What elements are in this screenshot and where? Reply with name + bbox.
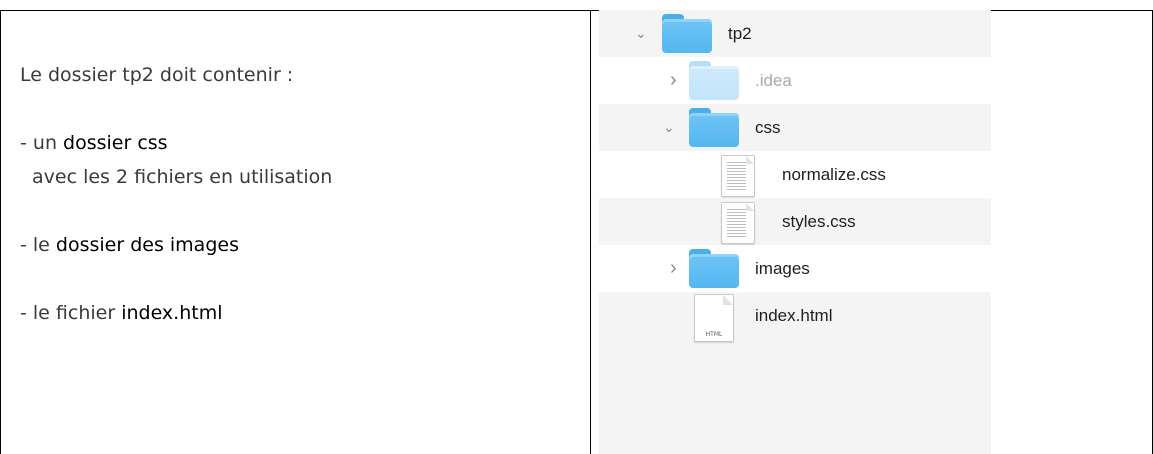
folder-icon: [689, 249, 739, 288]
tree-row-label: .idea: [755, 71, 792, 90]
tree-row-label: styles.css: [782, 212, 856, 231]
instructions-cell: Le dossier tp2 doit contenir : - un doss…: [20, 58, 580, 330]
tree-row-label: index.html: [755, 306, 833, 325]
tree-row-tp2[interactable]: ⌄ tp2: [599, 10, 991, 57]
item-css-folder-bold: dossier css: [63, 132, 168, 154]
folder-icon: [689, 108, 739, 147]
folder-icon: [662, 14, 712, 53]
folder-icon: [689, 61, 739, 100]
tree-row-idea[interactable]: › .idea: [599, 57, 991, 104]
table-border-middle: [590, 10, 591, 454]
tree-row-label: css: [755, 118, 781, 137]
tree-row-label: images: [755, 259, 810, 278]
item-images-folder-bold: dossier des images: [55, 234, 239, 256]
chevron-down-icon[interactable]: ⌄: [635, 10, 647, 57]
tree-row-images[interactable]: › images: [599, 245, 991, 292]
chevron-right-icon[interactable]: ›: [670, 57, 677, 104]
item-index-file: - le fichier index.html: [20, 302, 223, 324]
item-index-file-bold: index.html: [121, 302, 223, 324]
chevron-down-icon[interactable]: ⌄: [663, 104, 675, 151]
html-file-badge: HTML: [705, 331, 723, 338]
finder-file-tree: ⌄ tp2 › .idea ⌄ css normalize.css styles…: [599, 10, 991, 454]
tree-row-normalize-css[interactable]: normalize.css: [599, 151, 991, 198]
item-css-folder-detail: avec les 2 fichiers en utilisation: [32, 166, 333, 188]
tree-row-styles-css[interactable]: styles.css: [599, 198, 991, 245]
chevron-right-icon[interactable]: ›: [670, 245, 677, 292]
tree-row-label: normalize.css: [782, 165, 886, 184]
tree-row-label: tp2: [728, 24, 752, 43]
item-images-folder: - le dossier des images: [20, 234, 239, 256]
text-file-icon: [721, 155, 755, 197]
tree-row-index-html[interactable]: HTML index.html: [599, 292, 991, 454]
tree-row-css[interactable]: ⌄ css: [599, 104, 991, 151]
item-css-folder: - un dossier css: [20, 132, 168, 154]
table-border-left: [0, 10, 1, 454]
html-file-icon: HTML: [694, 294, 734, 342]
text-file-icon: [721, 202, 755, 244]
intro-text: Le dossier tp2 doit contenir :: [20, 64, 294, 86]
